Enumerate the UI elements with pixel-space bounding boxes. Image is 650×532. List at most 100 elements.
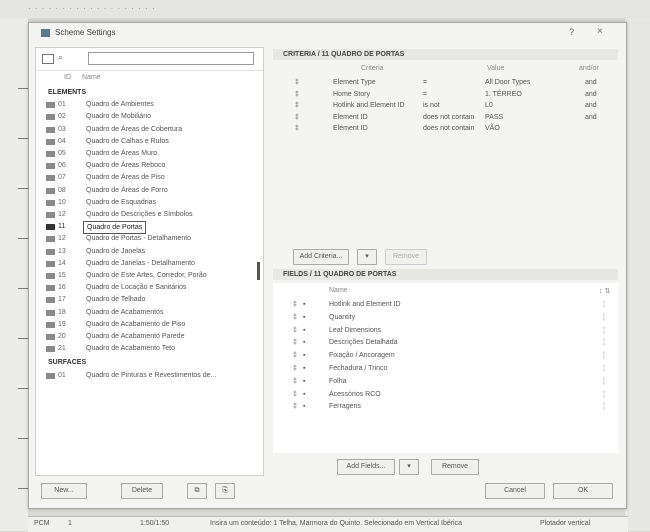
criteria-operator: = [423,79,428,86]
scheme-name: Quadro de Telhado [86,296,146,304]
drag-handle-icon[interactable]: ‡ [293,301,297,308]
scheme-row[interactable]: 15 Quadro de Este Artes, Corredor, Porão [36,270,263,281]
status-zoom[interactable]: PCM [34,520,50,527]
remove-criteria-button[interactable]: Remove [385,249,427,265]
field-row[interactable]: ‡ ▪ Leaf Dimensions ¦ [273,327,618,339]
scheme-row[interactable]: 10 Quadro de Esquadrias [36,197,263,208]
field-row[interactable]: ‡ ▪ Acessórios RCO ¦ [273,391,618,403]
field-row[interactable]: ‡ ▪ Hotlink and Element ID ¦ [273,301,618,313]
field-name: Descrições Detalhada [329,339,398,347]
criteria-row[interactable]: ‡ Element Type = All Door Types and [273,79,618,91]
schedule-icon [46,151,55,157]
col-value-header: Value [487,65,505,72]
scheme-row[interactable]: 01 Quadro de Pinturas e Revestimentos de.… [36,370,263,381]
scheme-row[interactable]: 13 Quadro de Janelas [36,246,263,257]
drag-handle-icon[interactable]: ‡ [293,365,297,372]
scheme-search-input[interactable] [88,52,254,65]
ruler-mark [18,338,28,339]
drag-handle-icon[interactable]: ‡ [293,391,297,398]
field-type-icon: ▪ [303,403,306,411]
col-id-header[interactable]: ID [64,74,71,81]
export-icon[interactable]: ⎘ [215,483,235,499]
criteria-row[interactable]: ‡ Element ID does not contain VÃO [273,125,618,137]
import-icon[interactable]: ⧉ [187,483,207,499]
remove-field-button[interactable]: Remove [431,459,479,475]
scheme-row[interactable]: 20 Quadro de Acabamento Parede [36,331,263,342]
status-mode[interactable]: Plotador vertical [540,520,590,527]
field-marker-icon: ¦ [603,352,605,360]
scheme-row[interactable]: 03 Quadro de Áreas de Cobertura [36,124,263,135]
field-row[interactable]: ‡ ▪ Quantity ¦ [273,314,618,326]
grid-view-icon[interactable] [42,54,54,64]
drag-handle-icon[interactable]: ‡ [293,352,297,359]
criteria-row[interactable]: ‡ Element ID does not contain PASS and [273,114,618,126]
field-row[interactable]: ‡ ▪ Folha ¦ [273,378,618,390]
scheme-row[interactable]: 02 Quadro de Mobiliário [36,111,263,122]
scheme-row[interactable]: 11 Quadro de Portas [36,221,263,235]
col-name-header[interactable]: Name [82,74,101,81]
add-fields-button[interactable]: Add Fields... [337,459,395,475]
close-button[interactable]: × [597,26,603,37]
scheme-row[interactable]: 18 Quadro de Acabamentos [36,307,263,318]
field-marker-icon: ¦ [603,390,605,398]
criteria-row[interactable]: ‡ Home Story = 1. TÉRREO and [273,91,618,103]
criteria-operator: = [423,90,428,98]
search-icon[interactable]: ⌕ [58,52,63,63]
criteria-header[interactable]: CRITERIA / 11 QUADRO DE PORTAS [273,49,618,60]
help-button[interactable]: ? [569,27,574,37]
add-criteria-dropdown[interactable]: ▾ [357,249,377,265]
ok-button[interactable]: OK [553,483,613,499]
criteria-field: Hotlink and Element ID [333,102,405,109]
scheme-row[interactable]: 06 Quadro de Áreas Reboco [36,160,263,171]
sort-icon[interactable]: ↕ ⇅ [599,287,610,295]
scheme-name: Quadro de Mobiliário [86,113,151,121]
scheme-row[interactable]: 19 Quadro de Acabamento de Piso [36,319,263,330]
criteria-operator: does not contain [423,113,475,121]
field-row[interactable]: ‡ ▪ Fechadura / Trinco ¦ [273,365,618,377]
drag-handle-icon[interactable]: ‡ [293,314,297,321]
scheme-row[interactable]: 08 Quadro de Áreas de Forro [36,185,263,196]
scheme-row[interactable]: 12 Quadro de Portas - Detalhamento [36,233,263,244]
criteria-type-icon: ‡ [295,79,299,86]
criteria-value: L0 [485,102,493,109]
scheme-row[interactable]: 16 Quadro de Locação e Sanitários [36,282,263,293]
add-criteria-button[interactable]: Add Criteria... [293,249,349,265]
scheme-id: 05 [58,150,66,157]
scheme-row[interactable]: 14 Quadro de Janelas - Detalhamento [36,258,263,269]
drag-handle-icon[interactable]: ‡ [293,339,297,346]
field-row[interactable]: ‡ ▪ Ferragens ¦ [273,403,618,415]
dialog-titlebar[interactable]: Scheme Settings ? × [29,23,626,43]
cancel-button[interactable]: Cancel [485,483,545,499]
field-type-icon: ▪ [303,313,306,321]
criteria-row[interactable]: ‡ Hotlink and Element ID is not L0 and [273,102,618,114]
scheme-row[interactable]: 04 Quadro de Calhas e Rufos [36,136,263,147]
status-hint: Insira um conteúdo: 1 Telha, Marmora do … [210,520,463,527]
scrollbar-thumb[interactable] [257,262,260,280]
scheme-row[interactable]: 05 Quadro de Áreas Muro [36,148,263,159]
scheme-row[interactable]: 01 Quadro de Ambientes [36,99,263,110]
status-bar: PCM 1 1:50/1:50 Insira um conteúdo: 1 Te… [28,516,628,532]
col-andor-header: and/or [579,65,599,72]
delete-scheme-button[interactable]: Delete [121,483,163,499]
field-row[interactable]: ‡ ▪ Descrições Detalhada ¦ [273,339,618,351]
field-row[interactable]: ‡ ▪ Fixação / Ancoragem ¦ [273,352,618,364]
background-toolbar: · · · · · · · · · · · · · · · · · · · [0,0,650,18]
drag-handle-icon[interactable]: ‡ [293,327,297,334]
drag-handle-icon[interactable]: ‡ [293,378,297,385]
section-header[interactable]: ELEMENTS [36,87,263,98]
section-label: SURFACES [48,359,87,367]
schedule-icon [46,224,55,231]
scheme-name: Quadro de Esquadrias [86,198,157,206]
status-scale[interactable]: 1 [68,520,72,527]
fields-header[interactable]: FIELDS / 11 QUADRO DE PORTAS [273,269,618,280]
scheme-row[interactable]: 12 Quadro de Descrições e Símbolos [36,209,263,220]
add-fields-dropdown[interactable]: ▾ [399,459,419,475]
scheme-row[interactable]: 17 Quadro de Telhado [36,294,263,305]
scheme-row[interactable]: 21 Quadro de Acabamento Teto [36,343,263,354]
drag-handle-icon[interactable]: ‡ [293,403,297,410]
section-header[interactable]: SURFACES [36,357,263,368]
scheme-row[interactable]: 07 Quadro de Áreas de Piso [36,172,263,183]
ruler-mark [18,438,28,439]
status-ratio[interactable]: 1:50/1:50 [140,520,169,527]
new-scheme-button[interactable]: New... [41,483,87,499]
